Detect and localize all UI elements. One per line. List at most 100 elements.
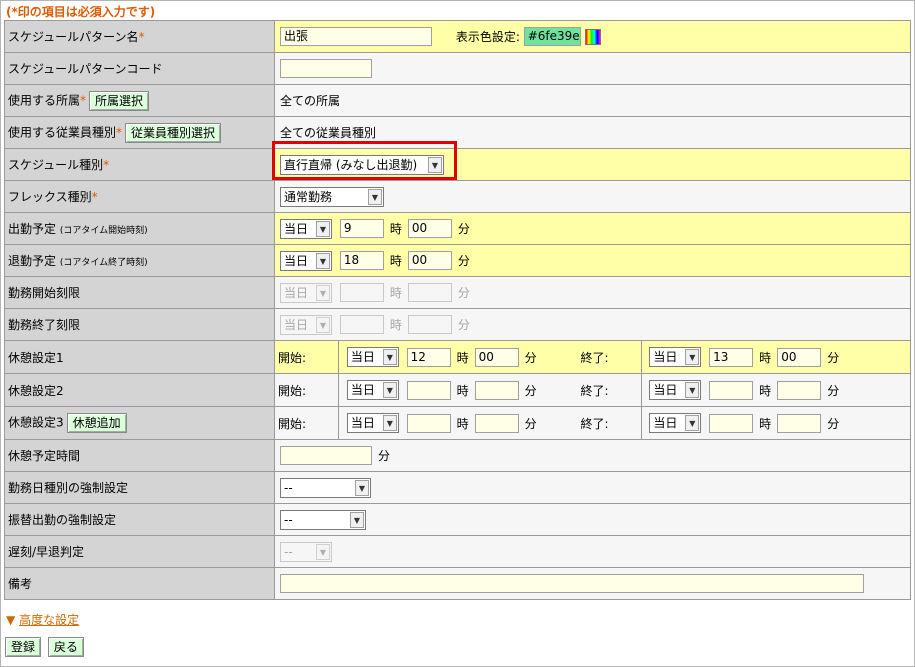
- break-end-label: 終了:: [580, 383, 609, 398]
- value-cell: 分: [274, 439, 911, 472]
- end-plan-minute-input[interactable]: 00: [407, 251, 452, 270]
- row-work-start-limit: 勤務開始刻限 当日 ▼ 時 分: [4, 276, 911, 309]
- pattern-code-label: スケジュールパターンコード: [8, 62, 163, 76]
- employee-type-label: 使用する従業員種別: [8, 125, 117, 139]
- workday-force-select[interactable]: -- ▼: [280, 477, 371, 498]
- label-cell: 備考: [4, 567, 275, 600]
- break-plan-time-input[interactable]: [280, 446, 372, 465]
- row-pattern-code: スケジュールパターンコード: [4, 52, 911, 85]
- substitute-force-select[interactable]: -- ▼: [280, 509, 366, 530]
- break-end-label: 終了:: [580, 350, 609, 365]
- break-1-end-hour-input[interactable]: 13: [709, 347, 754, 367]
- break-2-start-minute-input[interactable]: [474, 380, 519, 400]
- chevron-down-icon: ▼: [382, 349, 397, 365]
- chevron-down-icon: ▼: [382, 382, 397, 398]
- row-employee-type: 使用する従業員種別* 従業員種別選択 全ての従業員種別: [4, 116, 911, 149]
- minute-unit: 分: [457, 222, 470, 236]
- divider: [640, 374, 642, 406]
- row-late-early: 遅刻/早退判定 -- ▼: [4, 535, 911, 568]
- employee-type-select-button[interactable]: 従業員種別選択: [125, 122, 222, 143]
- start-plan-minute-input[interactable]: 00: [407, 219, 452, 238]
- label-cell: 使用する所属* 所属選択: [4, 84, 275, 117]
- workday-force-label: 勤務日種別の強制設定: [8, 481, 129, 495]
- break-end-label: 終了:: [580, 416, 609, 431]
- pattern-name-input[interactable]: 出張: [280, 27, 432, 46]
- value-cell: 当日 ▼ 9 時 00 分: [274, 212, 911, 245]
- value-cell: 通常勤務 ▼: [274, 180, 911, 213]
- minute-unit: 分: [524, 416, 537, 431]
- pattern-code-input[interactable]: [280, 59, 372, 78]
- break-3-start-minute-input[interactable]: [474, 413, 519, 433]
- start-plan-hour-input[interactable]: 9: [339, 219, 384, 238]
- break-start-label: 開始:: [278, 416, 307, 431]
- value-cell: 当日 ▼ 18 時 00 分: [274, 244, 911, 277]
- label-cell: 勤務日種別の強制設定: [4, 471, 275, 504]
- back-button[interactable]: 戻る: [47, 637, 84, 657]
- break-3-end-hour-input[interactable]: [709, 413, 754, 433]
- row-break-1: 休憩設定1 開始: 当日 ▼ 12 時 00 分 終了: 当日 ▼ 13 時 00 分: [4, 340, 911, 374]
- break-1-start-hour-input[interactable]: 12: [406, 347, 451, 367]
- break-start-label: 開始:: [278, 350, 307, 365]
- pattern-name-label: スケジュールパターン名: [8, 30, 139, 44]
- break-2-end-hour-input[interactable]: [709, 380, 754, 400]
- break-3-end-minute-input[interactable]: [777, 413, 822, 433]
- end-plan-day-select[interactable]: 当日 ▼: [280, 250, 332, 271]
- advanced-settings-link[interactable]: ▼ 高度な設定: [6, 611, 79, 628]
- divider: [640, 407, 642, 439]
- flex-type-select[interactable]: 通常勤務 ▼: [280, 186, 384, 207]
- highlight-box: [272, 141, 457, 180]
- chevron-down-icon: ▼: [316, 284, 330, 301]
- break-3-end-day-select[interactable]: 当日 ▼: [649, 413, 702, 433]
- remarks-input[interactable]: [280, 574, 864, 593]
- register-button[interactable]: 登録: [5, 637, 42, 657]
- break-1-end-minute-input[interactable]: 00: [777, 347, 822, 367]
- minute-unit: 分: [457, 254, 470, 268]
- schedule-type-label: スケジュール種別: [8, 158, 104, 172]
- break-2-start-day: 当日: [350, 383, 375, 397]
- end-plan-sublabel: (コアタイム終了時刻): [59, 258, 148, 268]
- label-cell: 休憩設定2: [4, 373, 275, 407]
- required-mark: *: [116, 125, 123, 139]
- work-end-limit-day: 当日: [284, 317, 309, 332]
- required-mark: *: [138, 30, 145, 44]
- department-select-button[interactable]: 所属選択: [89, 90, 150, 111]
- chevron-down-icon: ▼: [316, 543, 330, 560]
- break-2-label: 休憩設定2: [8, 383, 64, 398]
- work-start-limit-minute-input: [407, 283, 452, 302]
- late-early-label: 遅刻/早退判定: [8, 545, 85, 559]
- break-3-start-hour-input[interactable]: [406, 413, 451, 433]
- break-1-end-day-select[interactable]: 当日 ▼: [649, 347, 702, 367]
- break-2-start-hour-input[interactable]: [406, 380, 451, 400]
- required-mark: *: [80, 93, 87, 107]
- hour-unit: 時: [759, 383, 772, 398]
- value-cell: 当日 ▼ 時 分: [274, 308, 911, 341]
- break-1-start-minute-input[interactable]: 00: [474, 347, 519, 367]
- value-cell: 開始: 当日 ▼ 12 時 00 分 終了: 当日 ▼ 13 時 00 分: [274, 340, 911, 374]
- end-plan-hour-input[interactable]: 18: [339, 251, 384, 270]
- break-3-start-day-select[interactable]: 当日 ▼: [346, 413, 399, 433]
- start-plan-day-select[interactable]: 当日 ▼: [280, 218, 332, 239]
- add-break-button[interactable]: 休憩追加: [66, 413, 127, 433]
- start-plan-sublabel: (コアタイム開始時刻): [59, 226, 148, 236]
- color-palette-icon[interactable]: [584, 28, 601, 45]
- color-value-field[interactable]: #6fe39e: [523, 27, 581, 46]
- break-2-end-day-select[interactable]: 当日 ▼: [649, 380, 702, 400]
- break-3-start-day: 当日: [350, 416, 375, 430]
- label-cell: 退勤予定 (コアタイム終了時刻): [4, 244, 275, 277]
- row-substitute-force: 振替出勤の強制設定 -- ▼: [4, 503, 911, 536]
- work-end-limit-label: 勤務終了刻限: [8, 318, 81, 332]
- break-1-end-day: 当日: [653, 350, 678, 364]
- chevron-down-icon: ▼: [368, 188, 382, 205]
- break-1-start-day-select[interactable]: 当日 ▼: [346, 347, 399, 367]
- triangle-down-icon: ▼: [6, 613, 16, 627]
- chevron-down-icon: ▼: [685, 349, 700, 365]
- break-2-end-minute-input[interactable]: [777, 380, 822, 400]
- break-start-label: 開始:: [278, 383, 307, 398]
- chevron-down-icon: ▼: [316, 316, 330, 333]
- minute-unit: 分: [378, 449, 391, 463]
- break-2-start-day-select[interactable]: 当日 ▼: [346, 380, 399, 400]
- workday-force-selected: --: [284, 480, 293, 495]
- minute-unit: 分: [827, 416, 840, 431]
- value-cell: 全ての所属: [274, 84, 911, 117]
- chevron-down-icon: ▼: [382, 415, 397, 431]
